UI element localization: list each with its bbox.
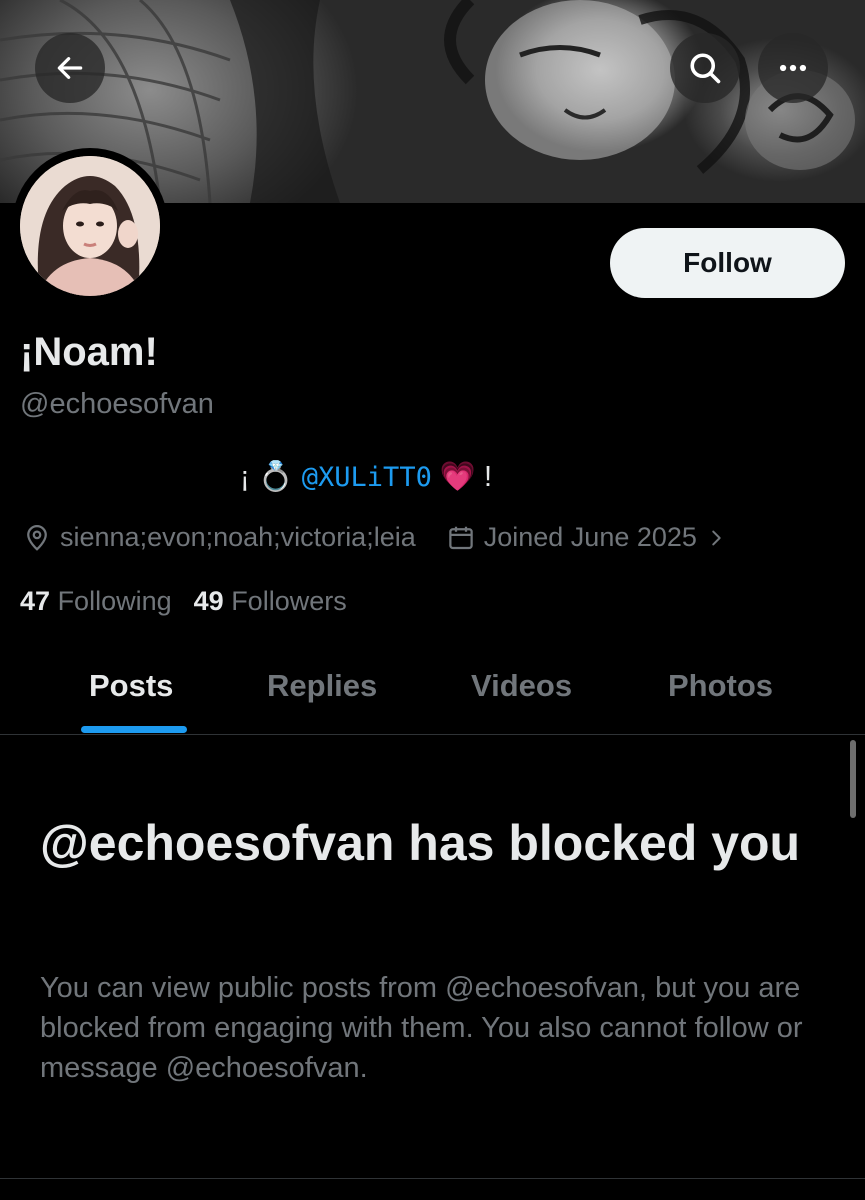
- profile-tabs: Posts Replies Videos Photos: [0, 650, 865, 735]
- followers-label: Followers: [231, 586, 347, 616]
- follow-button[interactable]: Follow: [610, 228, 845, 298]
- followers-count: 49: [193, 586, 224, 616]
- tab-posts[interactable]: Posts: [89, 668, 173, 704]
- avatar[interactable]: [12, 148, 168, 304]
- following-count: 47: [20, 586, 51, 616]
- active-tab-indicator: [81, 726, 187, 733]
- search-button[interactable]: [670, 33, 740, 103]
- tab-photos[interactable]: Photos: [668, 668, 773, 704]
- chevron-right-icon: [712, 530, 721, 545]
- location-item: sienna;evon;noah;victoria;leia: [22, 522, 416, 553]
- profile-bio: ¡ 💍 @XULiTT0 💗 !: [240, 460, 492, 494]
- heart-emoji: 💗: [439, 461, 476, 493]
- display-name: ¡Noam!: [20, 330, 158, 374]
- more-horizontal-icon: [779, 64, 807, 72]
- scrollbar[interactable]: [850, 740, 856, 818]
- bio-suffix: !: [483, 460, 492, 493]
- joined-item[interactable]: Joined June 2025: [446, 522, 727, 553]
- search-icon: [690, 53, 721, 84]
- location-pin-icon: [27, 524, 47, 551]
- joined-text: Joined June 2025: [483, 522, 697, 552]
- blocked-title: @echoesofvan has blocked you: [40, 815, 801, 871]
- ring-emoji: 💍: [257, 461, 294, 493]
- followers-link[interactable]: 49 Followers: [194, 586, 347, 617]
- user-handle: @echoesofvan: [20, 388, 214, 420]
- avatar-image: [20, 156, 160, 296]
- arrow-left-icon: [57, 57, 83, 79]
- bio-prefix: ¡: [240, 460, 250, 493]
- profile-meta: sienna;evon;noah;victoria;leia Joined Ju…: [22, 522, 727, 553]
- bio-mention-link[interactable]: @XULiTT0: [302, 462, 432, 493]
- blocked-message: You can view public posts from @echoesof…: [40, 972, 803, 1084]
- location-text: sienna;evon;noah;victoria;leia: [60, 522, 416, 552]
- follow-counts: 47 Following 49 Followers: [20, 586, 347, 617]
- tab-replies[interactable]: Replies: [267, 668, 377, 704]
- tab-videos[interactable]: Videos: [471, 668, 572, 704]
- following-label: Following: [57, 586, 172, 616]
- following-link[interactable]: 47 Following: [20, 586, 172, 617]
- divider: [0, 1178, 865, 1179]
- back-button[interactable]: [35, 33, 105, 103]
- more-button[interactable]: [758, 33, 828, 103]
- calendar-icon: [448, 526, 473, 549]
